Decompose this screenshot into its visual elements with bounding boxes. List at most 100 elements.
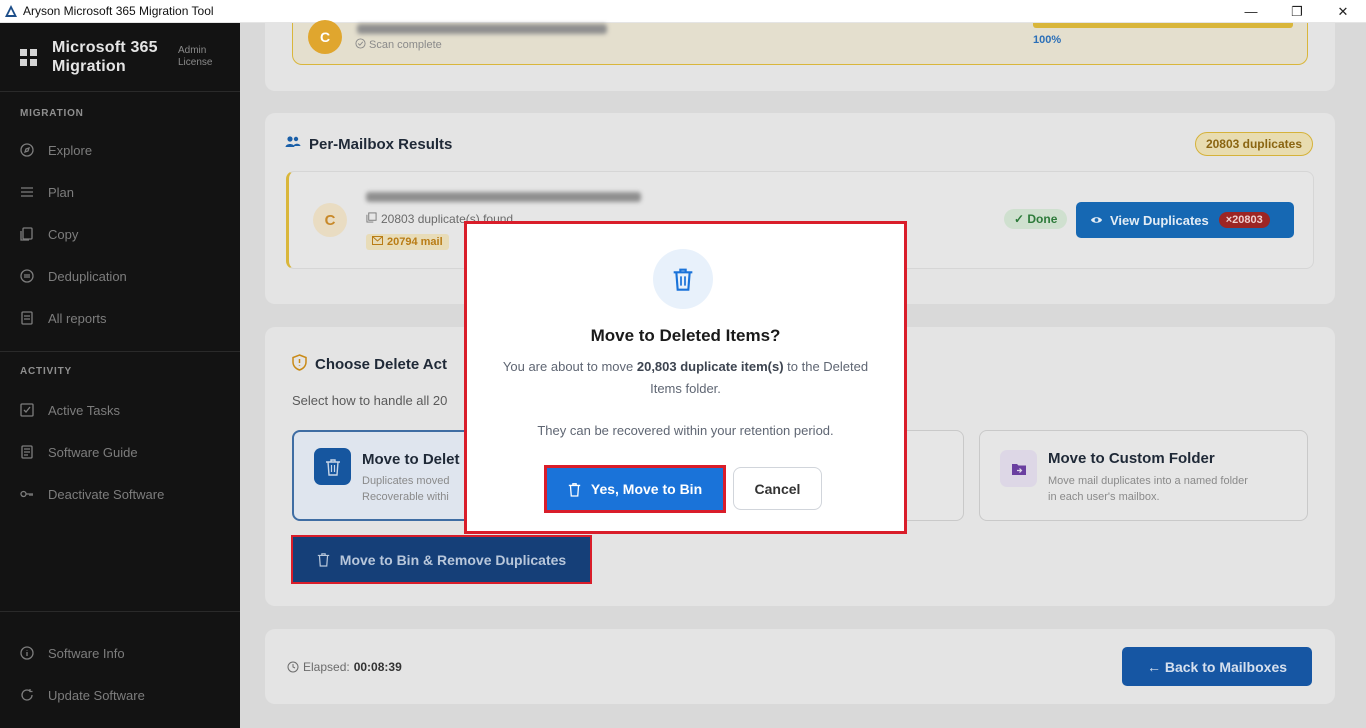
scan-result-row: C Scan complete 100% — [292, 20, 1308, 65]
nav-section-migration: MIGRATION — [20, 108, 84, 119]
option-desc-line2: Recoverable withi — [362, 491, 449, 503]
confirm-dialog: Move to Deleted Items? You are about to … — [468, 225, 903, 530]
sidebar-item-label: Plan — [48, 184, 75, 200]
sidebar-item-software-guide[interactable]: Software Guide — [0, 431, 240, 473]
sidebar-item-label: Software Info — [48, 645, 125, 661]
dialog-body-count: 20,803 duplicate item(s) — [636, 359, 784, 374]
sidebar-item-label: Deactivate Software — [48, 486, 165, 502]
restore-button[interactable]: ❐ — [1274, 0, 1320, 23]
check-circle-icon — [355, 38, 366, 52]
users-icon — [285, 135, 301, 153]
dialog-body: You are about to move 20,803 duplicate i… — [488, 356, 883, 400]
dialog-title: Move to Deleted Items? — [590, 326, 781, 345]
view-duplicates-button[interactable]: View Duplicates ×20803 — [1076, 202, 1294, 238]
avatar: C — [313, 203, 347, 237]
sidebar-divider — [0, 351, 240, 352]
dedup-icon — [20, 269, 34, 283]
confirm-move-button[interactable]: Yes, Move to Bin — [544, 465, 726, 513]
list-icon — [20, 185, 34, 199]
brand-name: Microsoft 365 Migration — [52, 39, 158, 75]
cancel-button[interactable]: Cancel — [733, 467, 822, 510]
sidebar-item-label: Explore — [48, 142, 93, 158]
brand: Microsoft 365 Migration Admin License — [0, 23, 240, 92]
delete-action-subtitle: Select how to handle all 20 — [292, 393, 448, 408]
copy-icon — [20, 227, 34, 241]
sidebar-item-label: Deduplication — [48, 268, 127, 284]
sidebar-item-deactivate-software[interactable]: Deactivate Software — [0, 473, 240, 515]
window-controls: — ❐ ✕ — [1228, 0, 1366, 23]
view-duplicates-label: View Duplicates — [1110, 212, 1209, 228]
sidebar: Microsoft 365 Migration Admin License MI… — [0, 23, 240, 728]
elapsed-value: 00:08:39 — [353, 660, 402, 674]
sidebar-item-software-info[interactable]: Software Info — [0, 632, 240, 674]
sidebar-divider — [0, 611, 240, 612]
avatar: C — [308, 20, 342, 54]
sidebar-item-label: Active Tasks — [48, 402, 121, 418]
mail-icon — [372, 236, 383, 248]
blurred-email — [357, 24, 607, 34]
shield-icon — [292, 354, 307, 375]
dialog-note: They can be recovered within your retent… — [537, 423, 834, 438]
sidebar-item-explore[interactable]: Explore — [0, 129, 240, 171]
sidebar-item-label: Software Guide — [48, 444, 138, 460]
sidebar-item-label: All reports — [48, 310, 107, 326]
trash-icon — [317, 552, 330, 567]
option-desc-line1: Duplicates moved — [362, 475, 450, 487]
sidebar-item-copy[interactable]: Copy — [0, 213, 240, 255]
clock-icon — [287, 661, 299, 673]
delete-action-title: Choose Delete Act — [315, 356, 447, 373]
window-title: Aryson Microsoft 365 Migration Tool — [23, 4, 214, 18]
dialog-body-pre: You are about to move — [502, 359, 637, 374]
copy-icon — [366, 212, 377, 226]
close-button[interactable]: ✕ — [1320, 0, 1366, 23]
results-title: Per-Mailbox Results — [309, 135, 453, 153]
option-desc-line2: in each user's mailbox. — [1048, 491, 1160, 503]
scan-status: Scan complete — [355, 38, 442, 52]
sidebar-item-update-software[interactable]: Update Software — [0, 674, 240, 716]
sidebar-item-label: Copy — [48, 226, 79, 242]
sidebar-item-active-tasks[interactable]: Active Tasks — [0, 389, 240, 431]
folder-move-icon — [1000, 450, 1037, 487]
key-icon — [20, 487, 34, 501]
trash-icon — [314, 448, 351, 485]
sidebar-bottom: Software Info Update Software — [0, 632, 240, 716]
option-title: Move to Delet — [362, 451, 460, 468]
elapsed-time: Elapsed: 00:08:39 — [287, 660, 402, 674]
option-desc-line1: Move mail duplicates into a named folder — [1048, 475, 1248, 487]
eye-icon — [1090, 213, 1103, 228]
license-label: Admin License — [178, 45, 213, 68]
grid-logo-icon — [20, 48, 37, 66]
sidebar-item-all-reports[interactable]: All reports — [0, 297, 240, 339]
elapsed-label: Elapsed: — [303, 660, 350, 674]
trash-icon — [568, 482, 581, 497]
duplicate-count-pill: ×20803 — [1218, 212, 1270, 228]
sidebar-item-plan[interactable]: Plan — [0, 171, 240, 213]
trash-icon — [653, 249, 713, 309]
checkbox-icon — [20, 403, 34, 417]
app-logo-icon — [4, 4, 18, 18]
mail-count-text: 20794 mail — [387, 236, 443, 248]
status-badge: ✓ Done — [1004, 209, 1068, 229]
option-move-to-deleted[interactable]: Move to Delet Duplicates moved Recoverab… — [292, 430, 472, 521]
remove-duplicates-label: Move to Bin & Remove Duplicates — [339, 551, 567, 568]
window-titlebar: Aryson Microsoft 365 Migration Tool — ❐ … — [0, 0, 1366, 23]
info-icon — [20, 646, 34, 660]
refresh-icon — [20, 688, 34, 702]
guide-icon — [20, 445, 34, 459]
mail-count-badge: 20794 mail — [366, 234, 449, 250]
back-to-mailboxes-button[interactable]: ← Back to Mailboxes — [1122, 647, 1312, 686]
option-move-to-custom-folder[interactable]: Move to Custom Folder Move mail duplicat… — [979, 430, 1308, 521]
remove-duplicates-button[interactable]: Move to Bin & Remove Duplicates — [291, 535, 592, 584]
delete-action-heading: Choose Delete Act — [292, 354, 447, 375]
option-title: Move to Custom Folder — [1048, 450, 1215, 467]
results-heading: Per-Mailbox Results — [285, 135, 452, 153]
report-icon — [20, 311, 34, 325]
duplicates-total-badge: 20803 duplicates — [1194, 132, 1313, 156]
scan-progress-bar — [1033, 23, 1293, 28]
compass-icon — [20, 143, 34, 157]
minimize-button[interactable]: — — [1228, 0, 1274, 23]
nav-section-activity: ACTIVITY — [20, 366, 72, 377]
sidebar-item-deduplication[interactable]: Deduplication — [0, 255, 240, 297]
progress-text: 100% — [1033, 34, 1062, 46]
confirm-move-label: Yes, Move to Bin — [590, 481, 703, 497]
